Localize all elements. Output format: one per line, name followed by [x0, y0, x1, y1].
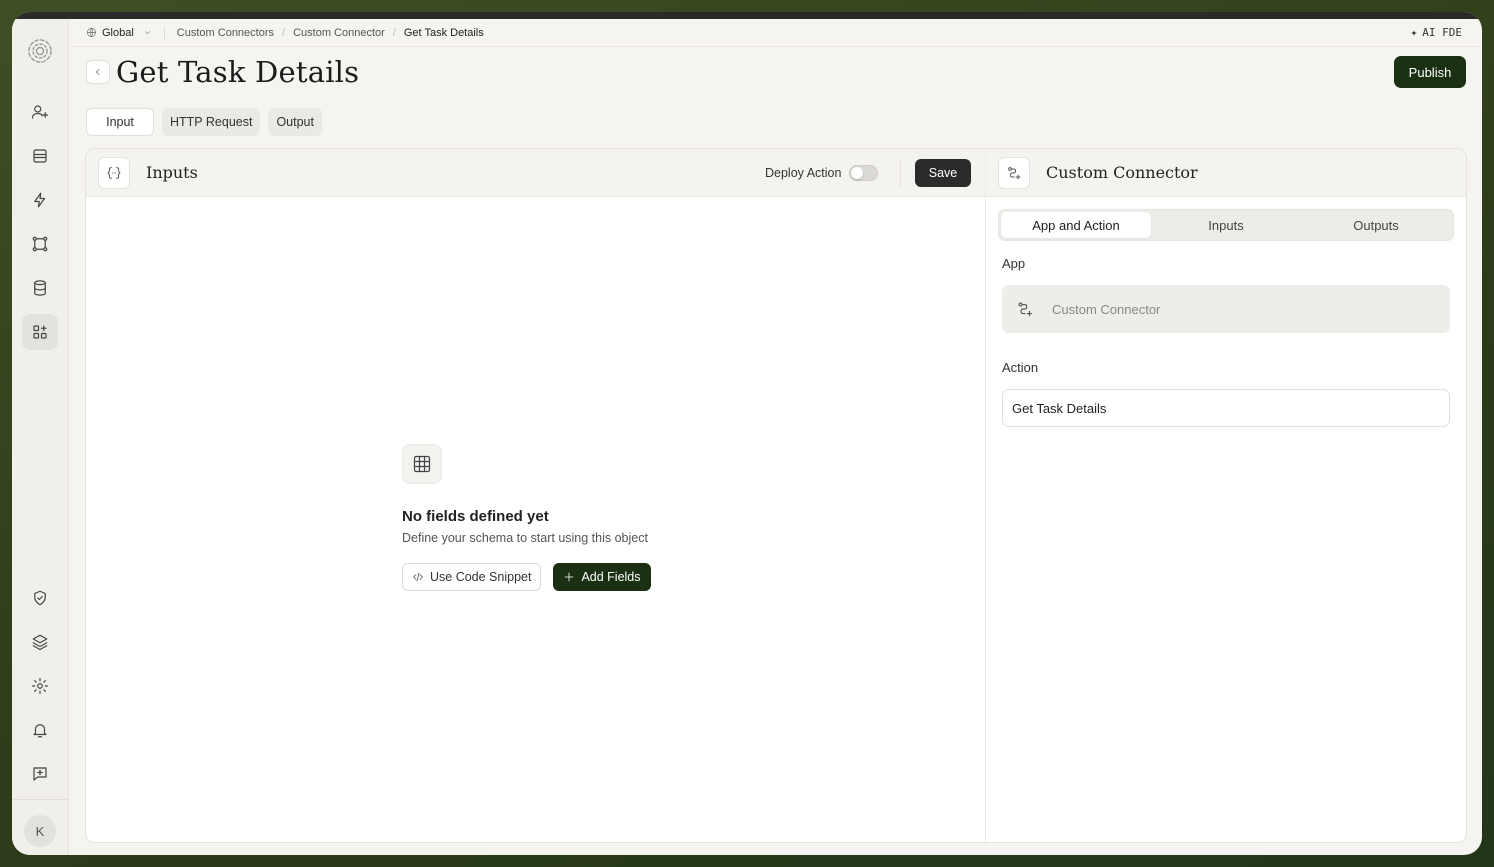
publish-button[interactable]: Publish [1394, 56, 1466, 88]
connector-icon [998, 157, 1030, 189]
sparkle-icon: ✦ [1410, 26, 1418, 39]
workflow-icon[interactable] [22, 226, 58, 262]
connector-app-icon [1018, 302, 1033, 317]
inbox-icon[interactable] [22, 138, 58, 174]
layers-icon[interactable] [22, 624, 58, 660]
breadcrumb-current: Get Task Details [403, 26, 484, 39]
app-label: App [1002, 256, 1026, 271]
breadcrumb-separator: / [282, 26, 286, 39]
database-icon[interactable] [22, 270, 58, 306]
breadcrumb-divider [163, 25, 165, 40]
deploy-action-toggle[interactable] [849, 165, 878, 181]
empty-state: No fields defined yet Define your schema… [402, 444, 702, 591]
plus-icon [565, 572, 574, 582]
feedback-icon[interactable] [22, 756, 58, 792]
app-field[interactable]: Custom Connector [1002, 285, 1450, 333]
segment-app-and-action[interactable]: App and Action [1001, 212, 1151, 238]
table-icon [402, 444, 442, 484]
workspace-label: Global [102, 26, 134, 39]
back-button[interactable] [86, 60, 110, 84]
save-button[interactable]: Save [915, 159, 971, 187]
user-plus-icon[interactable] [22, 94, 58, 130]
bolt-icon[interactable] [22, 182, 58, 218]
connector-title: Custom Connector [1046, 163, 1198, 182]
tab-http-request[interactable]: HTTP Request [162, 108, 261, 136]
use-code-snippet-button[interactable]: Use Code Snippet [402, 563, 542, 591]
tab-output[interactable]: Output [268, 108, 322, 136]
chevron-left-icon [95, 68, 100, 76]
avatar[interactable]: K [24, 815, 56, 847]
segment-outputs[interactable]: Outputs [1301, 212, 1451, 238]
breadcrumb-custom-connectors[interactable]: Custom Connectors [177, 27, 274, 39]
logo-icon[interactable] [22, 33, 58, 69]
add-fields-button[interactable]: Add Fields [553, 563, 651, 591]
tab-input[interactable]: Input [86, 108, 154, 136]
action-field[interactable]: Get Task Details [1002, 389, 1450, 427]
app-value: Custom Connector [1052, 301, 1161, 317]
breadcrumb: Global Custom Connectors / Custom Connec… [70, 19, 1482, 47]
empty-state-subtitle: Define your schema to start using this o… [402, 531, 648, 545]
inputs-pane: Inputs Deploy Action Save No fields defi… [86, 149, 986, 842]
use-code-snippet-label: Use Code Snippet [430, 570, 532, 584]
app-window: K Global Custom Connectors / Custom Conn… [12, 12, 1482, 855]
shield-icon[interactable] [22, 580, 58, 616]
chevron-down-icon [144, 31, 150, 34]
braces-icon [98, 157, 130, 189]
main-area: Global Custom Connectors / Custom Connec… [70, 19, 1482, 855]
editor-panel: Inputs Deploy Action Save No fields defi… [85, 148, 1467, 843]
deploy-action-label: Deploy Action [765, 166, 842, 180]
ai-fde-label: AI FDE [1422, 26, 1462, 39]
inputs-title: Inputs [146, 163, 198, 182]
tab-bar: Input HTTP Request Output [86, 108, 322, 136]
sidebar: K [12, 19, 69, 855]
globe-icon [87, 28, 96, 37]
breadcrumb-separator: / [392, 26, 396, 39]
header-divider [900, 159, 901, 187]
window-top-strip [12, 12, 1482, 19]
segment-inputs[interactable]: Inputs [1151, 212, 1301, 238]
add-fields-label: Add Fields [581, 570, 641, 584]
sidebar-divider [12, 799, 68, 800]
bell-icon[interactable] [22, 712, 58, 748]
connector-header: Custom Connector [986, 149, 1466, 197]
inputs-header: Inputs Deploy Action Save [86, 149, 985, 197]
breadcrumb-custom-connector[interactable]: Custom Connector [293, 27, 385, 39]
gear-icon[interactable] [22, 668, 58, 704]
toggle-knob [851, 167, 863, 179]
workspace-selector[interactable]: Global [86, 27, 152, 39]
avatar-initial: K [35, 823, 45, 839]
connector-pane: Custom Connector App and Action Inputs O… [986, 149, 1466, 842]
empty-state-actions: Use Code Snippet Add Fields [402, 563, 702, 591]
page-title: Get Task Details [116, 55, 360, 89]
ai-fde-button[interactable]: ✦ AI FDE [1411, 26, 1462, 39]
apps-icon[interactable] [22, 314, 58, 350]
action-label: Action [1002, 360, 1039, 375]
code-icon [413, 572, 423, 582]
empty-state-title: No fields defined yet [402, 508, 549, 525]
connector-segmented-control: App and Action Inputs Outputs [998, 209, 1454, 241]
